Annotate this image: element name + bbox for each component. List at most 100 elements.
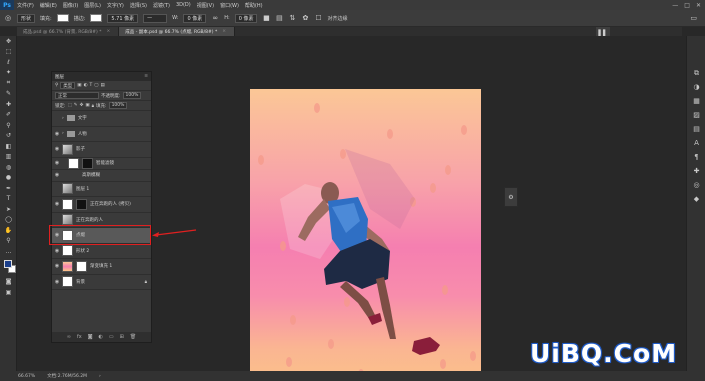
shape-tool-icon[interactable]: ◎ [4, 14, 12, 22]
layer-row[interactable]: ◉ 智能滤镜 [52, 157, 151, 170]
color-icon[interactable]: ◑ [687, 80, 705, 94]
zoom-tool-icon[interactable]: ⚲ [0, 236, 17, 247]
brush-tool-icon[interactable]: ✐ [0, 110, 17, 121]
gear-icon[interactable]: ✿ [301, 14, 309, 22]
eraser-icon[interactable]: ◧ [0, 141, 17, 152]
libraries-icon[interactable]: ▤ [687, 122, 705, 136]
panel-menu-icon[interactable]: ≡ [144, 74, 151, 79]
close-icon[interactable]: × [106, 29, 110, 34]
fill-swatch[interactable] [56, 14, 69, 22]
align-edges-checkbox[interactable]: ☐ [314, 14, 322, 22]
eye-icon[interactable]: ◉ [52, 172, 62, 178]
ellipse-tool-icon[interactable]: ◯ [0, 215, 17, 226]
menu-select[interactable]: 选择(S) [127, 2, 150, 9]
more-tools-icon[interactable]: … [0, 246, 17, 257]
stroke-type-select[interactable]: — [143, 13, 168, 23]
lock-pixels-icon[interactable]: ⬚ [68, 103, 72, 108]
layer-row[interactable]: › 文字 [52, 111, 151, 127]
adjustments-icon[interactable]: ▨ [687, 108, 705, 122]
pen-tool-icon[interactable]: ✒ [0, 183, 17, 194]
character-icon[interactable]: A [687, 136, 705, 150]
lock-icon[interactable]: 🔒︎ [92, 103, 94, 109]
filter-adjust-icon[interactable]: ◐ [84, 83, 88, 88]
type-tool-icon[interactable]: T [0, 194, 17, 205]
path-select-icon[interactable]: ➤ [0, 204, 17, 215]
menu-layer[interactable]: 图层(L) [81, 2, 104, 9]
minimize-button[interactable]: — [672, 2, 678, 9]
close-icon[interactable]: × [222, 29, 226, 34]
tab-document-2[interactable]: 成品 - 副本.psd @ 66.7% (点缀, RGB/8#) * × [119, 27, 236, 36]
path-ops-icon[interactable]: ■ [262, 14, 270, 22]
history-icon[interactable]: ⧉ [687, 66, 705, 80]
clone-stamp-icon[interactable]: ⚲ [0, 120, 17, 131]
stroke-swatch[interactable] [90, 14, 103, 22]
hand-tool-icon[interactable]: ✋ [0, 225, 17, 236]
lasso-tool-icon[interactable]: ℓ [0, 57, 17, 68]
marquee-tool-icon[interactable]: ⬚ [0, 47, 17, 58]
styles-icon[interactable]: ✚ [687, 164, 705, 178]
filter-smart-icon[interactable]: ▤ [101, 83, 105, 88]
filter-pixel-icon[interactable]: ▣ [77, 83, 81, 88]
history-brush-icon[interactable]: ↺ [0, 131, 17, 142]
height-input[interactable]: 0 像素 [234, 13, 258, 23]
adjustment-layer-icon[interactable]: ◐ [99, 334, 103, 340]
new-layer-icon[interactable]: ⊞ [120, 334, 124, 340]
healing-brush-icon[interactable]: ✚ [0, 99, 17, 110]
eye-icon[interactable]: ◉ [52, 160, 62, 166]
eye-icon[interactable]: ◉ [52, 263, 62, 269]
trash-icon[interactable]: 🗑︎ [130, 334, 136, 340]
menu-type[interactable]: 文字(Y) [104, 2, 127, 9]
layer-row[interactable]: ◉ 正在奔跑的人 (拷贝) [52, 197, 151, 213]
fx-icon[interactable]: fx [77, 334, 82, 340]
quick-mask-icon[interactable]: ◙ [0, 277, 17, 288]
zoom-level[interactable]: 66.67% [18, 374, 35, 379]
link-icon[interactable]: ∞ [211, 14, 219, 22]
eyedropper-icon[interactable]: ✎ [0, 89, 17, 100]
eye-icon[interactable]: ◉ [52, 279, 62, 285]
menu-image[interactable]: 图像(I) [60, 2, 81, 9]
layer-row[interactable]: ◉ › 人物 [52, 127, 151, 142]
eye-icon[interactable]: ◉ [52, 201, 62, 207]
lock-move-icon[interactable]: ✥ [80, 103, 84, 108]
dodge-tool-icon[interactable]: ● [0, 173, 17, 184]
channels-icon[interactable]: ◎ [687, 178, 705, 192]
filter-shape-icon[interactable]: ▢ [94, 83, 98, 88]
filter-type-icon[interactable]: T [90, 83, 93, 88]
menu-filter[interactable]: 滤镜(T) [150, 2, 173, 9]
tab-document-1[interactable]: 成品.psd @ 66.7% (背景, RGB/8#) * × [17, 27, 120, 36]
opacity-input[interactable]: 100% [122, 92, 142, 99]
blend-mode-select[interactable]: 正常 [55, 92, 99, 99]
eye-icon[interactable]: ◉ [52, 131, 62, 137]
link-layers-icon[interactable]: ∞ [67, 334, 71, 340]
workspace-icon[interactable]: ▭ [690, 14, 697, 22]
add-mask-icon[interactable]: ◙ [88, 334, 93, 340]
tool-mode-select[interactable]: 形状 [17, 13, 36, 23]
lock-paint-icon[interactable]: ✎ [74, 103, 78, 108]
screen-mode-icon[interactable]: ▣ [0, 287, 17, 298]
color-swatches[interactable] [0, 257, 17, 277]
width-input[interactable]: 0 像素 [183, 13, 207, 23]
properties-icon[interactable]: ⚙ [504, 187, 518, 207]
move-tool-icon[interactable]: ✥ [0, 36, 17, 47]
new-group-icon[interactable]: ▭ [109, 334, 114, 340]
lock-artboard-icon[interactable]: ▣ [85, 103, 89, 108]
paragraph-icon[interactable]: ¶ [687, 150, 705, 164]
path-arrange-icon[interactable]: ⇅ [288, 14, 296, 22]
document-canvas[interactable] [250, 89, 481, 381]
crop-tool-icon[interactable]: ⌗ [0, 78, 17, 89]
magic-wand-icon[interactable]: ✦ [0, 68, 17, 79]
kind-filter-select[interactable]: 类型 [60, 82, 76, 89]
chevron-right-icon[interactable]: › [99, 374, 101, 379]
menu-window[interactable]: 窗口(W) [217, 2, 242, 9]
chevron-right-icon[interactable]: › [62, 116, 64, 121]
eye-icon[interactable]: ◉ [52, 146, 62, 152]
fill-input[interactable]: 100% [108, 102, 128, 109]
maximize-button[interactable]: □ [684, 2, 690, 9]
menu-3d[interactable]: 3D(D) [173, 2, 194, 8]
layer-row[interactable]: ◉ 形状 2 [52, 244, 151, 259]
layer-row[interactable]: ◉ 背景 🔒︎ [52, 275, 151, 290]
eye-icon[interactable]: ◉ [52, 248, 62, 254]
menu-help[interactable]: 帮助(H) [242, 2, 266, 9]
menu-edit[interactable]: 编辑(E) [37, 2, 60, 9]
chevron-right-icon[interactable]: › [62, 131, 64, 136]
